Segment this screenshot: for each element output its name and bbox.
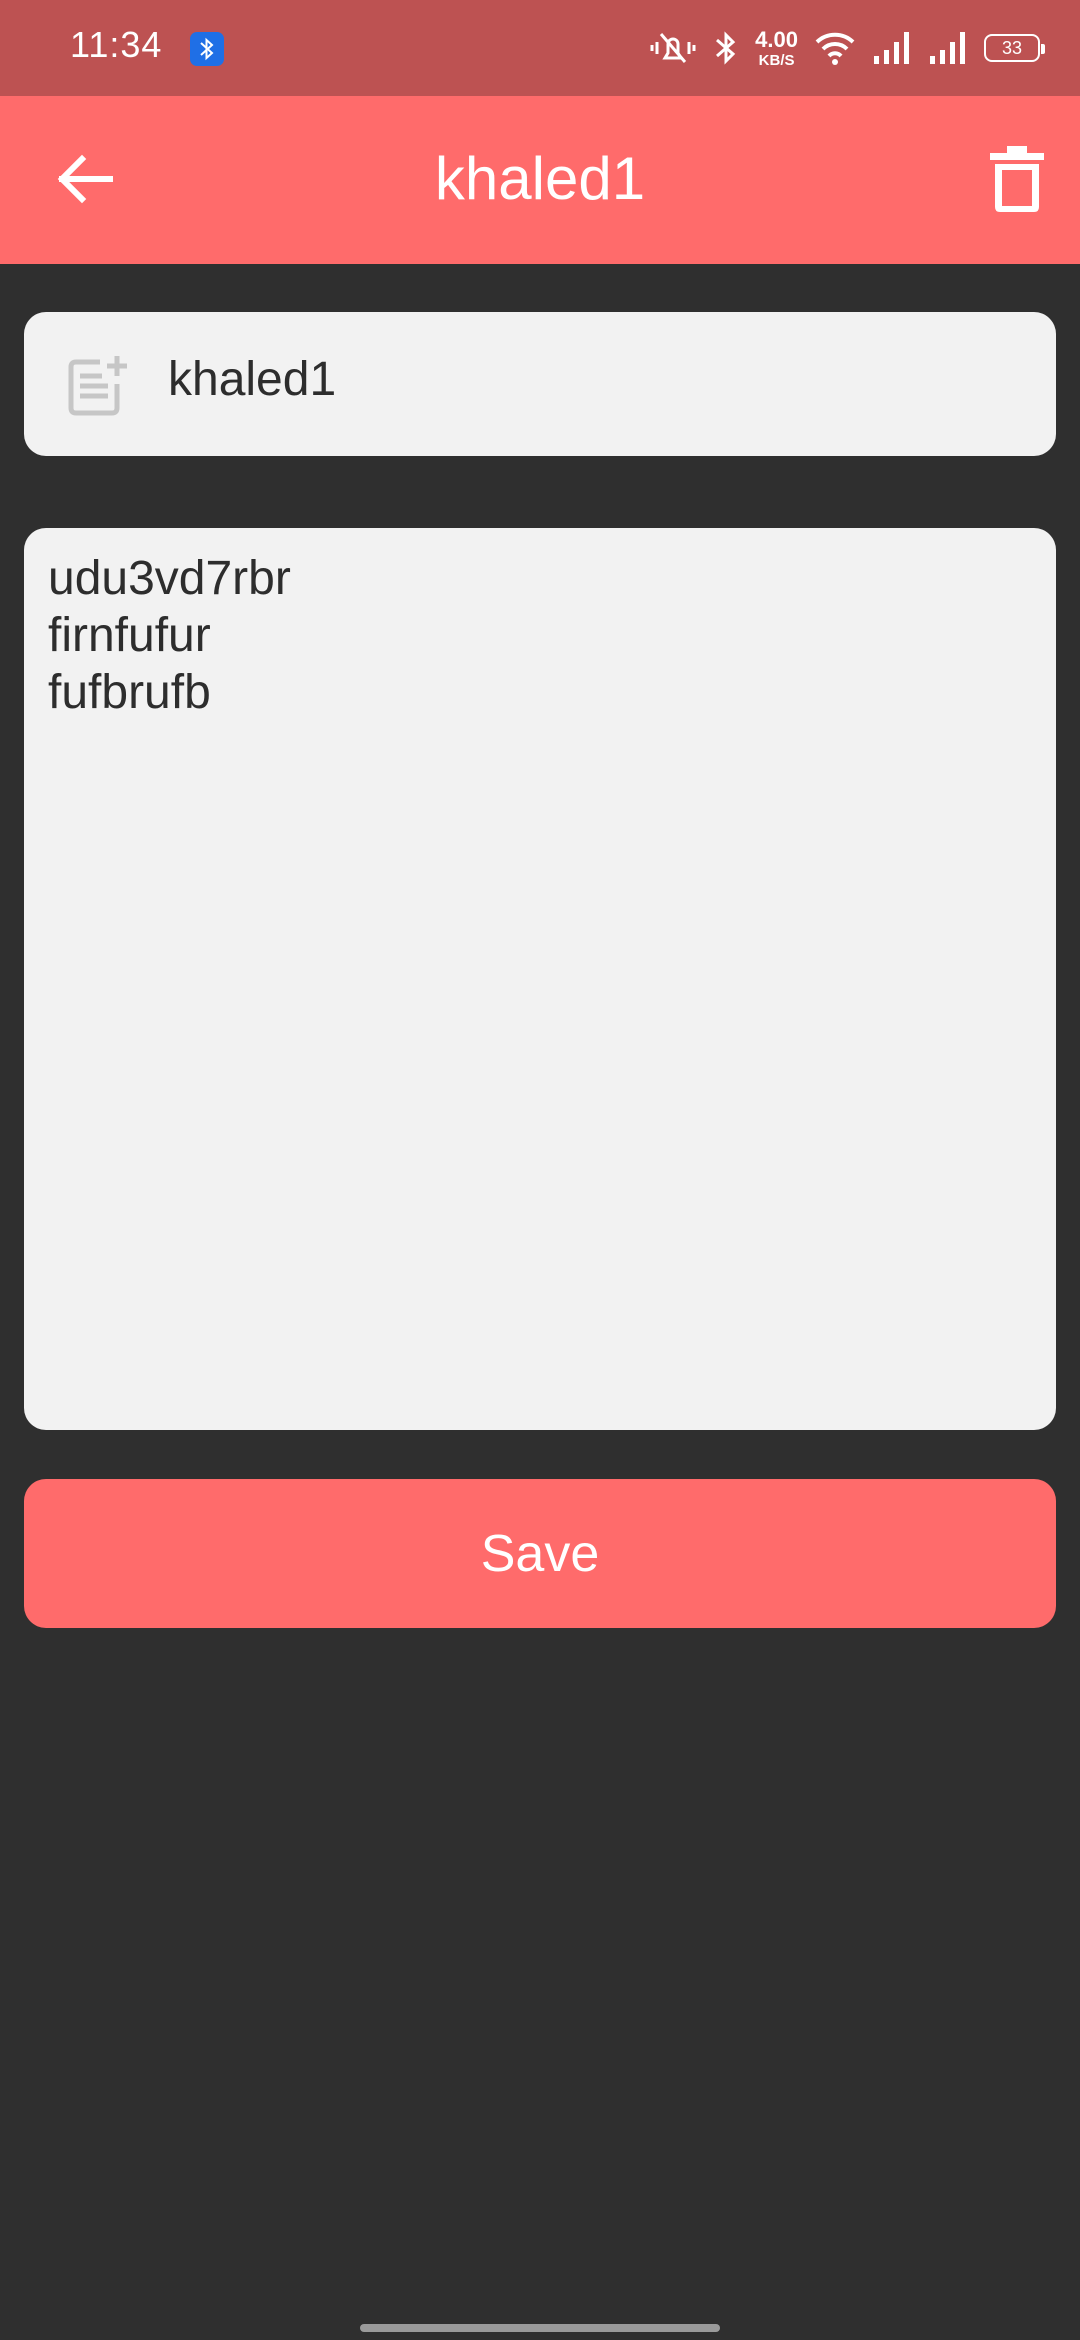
network-speed-unit: KB/S xyxy=(758,51,795,69)
page-title: khaled1 xyxy=(434,145,646,212)
bluetooth-icon xyxy=(716,31,736,65)
status-icons: 4.00 KB/S 33 xyxy=(649,18,1045,78)
bluetooth-badge-icon xyxy=(190,32,224,66)
home-indicator[interactable] xyxy=(360,2324,720,2332)
note-body-field[interactable]: udu3vd7rbr firnfufur fufbrufb xyxy=(24,528,1056,1430)
vibrate-mute-icon xyxy=(650,33,696,63)
trash-icon xyxy=(990,146,1044,212)
signal-icon xyxy=(874,32,909,64)
note-title-field[interactable]: khaled1 xyxy=(24,312,1056,456)
note-title-input[interactable]: khaled1 xyxy=(168,352,336,407)
note-body-textarea[interactable]: udu3vd7rbr firnfufur fufbrufb xyxy=(48,550,1032,721)
delete-button[interactable] xyxy=(988,144,1046,214)
status-bar: 11:34 4.00 KB/S 33 xyxy=(0,0,1080,96)
network-speed-value: 4.00 xyxy=(755,26,798,52)
save-button[interactable]: Save xyxy=(24,1479,1056,1628)
app-bar: khaled1 xyxy=(0,96,1080,264)
battery-level: 33 xyxy=(1001,37,1023,58)
note-add-icon xyxy=(68,356,127,416)
network-speed: 4.00 KB/S xyxy=(755,26,798,69)
battery-icon: 33 xyxy=(984,34,1045,62)
signal-icon xyxy=(930,32,965,64)
status-time: 11:34 xyxy=(70,24,163,65)
wifi-icon xyxy=(815,32,855,65)
